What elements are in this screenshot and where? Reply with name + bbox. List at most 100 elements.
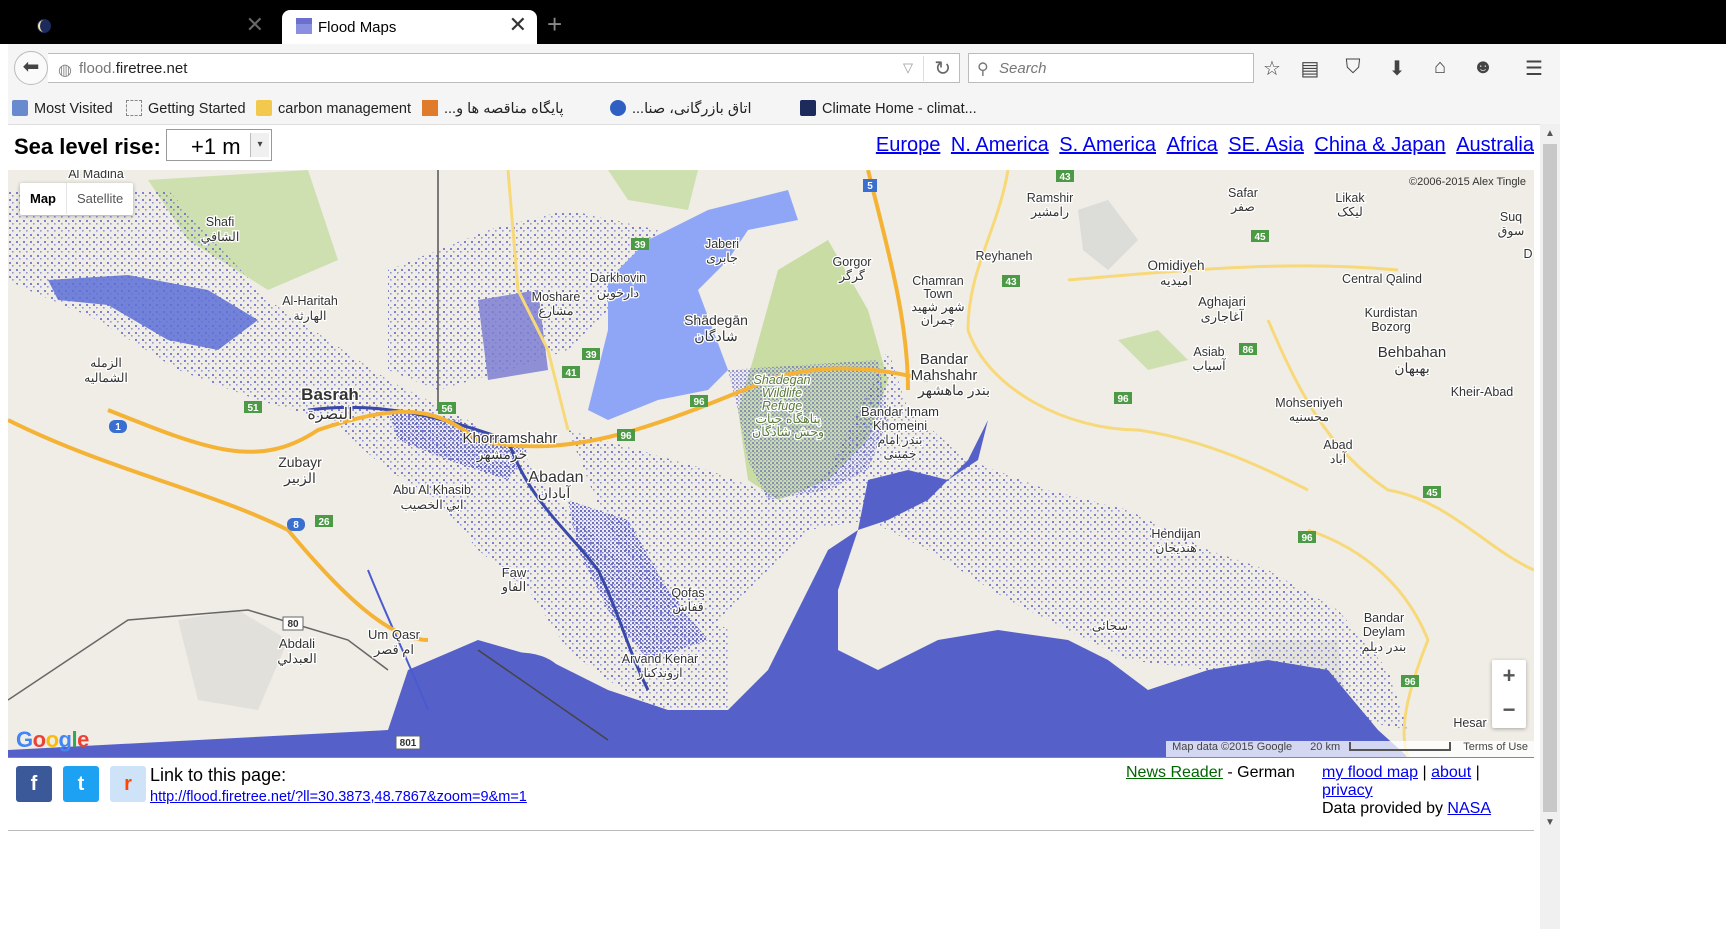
place-label: آباد bbox=[1330, 450, 1348, 466]
terms-of-use-link[interactable]: Terms of Use bbox=[1457, 741, 1534, 753]
map-type-map-button[interactable]: Map bbox=[20, 183, 66, 214]
region-link-africa[interactable]: Africa bbox=[1167, 134, 1218, 156]
park-label: وحش شادگان bbox=[752, 424, 824, 440]
address-bar[interactable]: ◍ flood.firetree.net ▽ ↻ bbox=[48, 53, 960, 83]
map-data-attribution: Map data ©2015 Google bbox=[1172, 741, 1293, 753]
tab-flood-maps[interactable]: Flood Maps ✕ bbox=[282, 10, 537, 44]
place-label: Deylam bbox=[1363, 625, 1405, 639]
moon-favicon-icon bbox=[37, 19, 51, 33]
download-arrow-icon[interactable]: ⬇ bbox=[1384, 56, 1410, 81]
place-label: Um Qasr bbox=[368, 627, 421, 642]
permalink-url[interactable]: http://flood.firetree.net/?ll=30.3873,48… bbox=[150, 789, 527, 805]
region-link-se-asia[interactable]: SE. Asia bbox=[1228, 134, 1304, 156]
region-link-china-japan[interactable]: China & Japan bbox=[1314, 134, 1445, 156]
tab-close-icon[interactable]: ✕ bbox=[246, 14, 264, 36]
bookmark-chamber-of-commerce[interactable]: ...اتاق بازرگانی، صنا bbox=[610, 100, 752, 117]
place-label: بندر امام bbox=[877, 433, 922, 448]
privacy-link[interactable]: privacy bbox=[1322, 782, 1373, 799]
road-shield-label: 80 bbox=[287, 619, 299, 630]
place-label: ام قصر bbox=[373, 642, 414, 658]
map-type-satellite-button[interactable]: Satellite bbox=[66, 183, 133, 214]
scrollbar-thumb[interactable] bbox=[1543, 144, 1557, 812]
region-link-europe[interactable]: Europe bbox=[876, 134, 941, 156]
map-scale[interactable]: 20 km bbox=[1298, 741, 1457, 753]
place-label: Behbahan bbox=[1378, 344, 1446, 361]
orange-favicon-icon bbox=[422, 100, 438, 116]
place-label: Suq bbox=[1500, 210, 1522, 224]
park-label: Refuge bbox=[762, 399, 802, 413]
scroll-down-icon[interactable]: ▼ bbox=[1540, 817, 1560, 828]
chat-smiley-icon[interactable]: ☻ bbox=[1470, 56, 1496, 79]
twitter-share-icon[interactable]: t bbox=[63, 766, 99, 802]
pocket-icon[interactable]: ⛉ bbox=[1340, 56, 1366, 79]
region-link-s-america[interactable]: S. America bbox=[1059, 134, 1156, 156]
road-shield-label: 56 bbox=[441, 404, 453, 415]
place-label: امیدیه bbox=[1160, 273, 1192, 288]
road-shield-label: 1 bbox=[115, 422, 121, 433]
place-label: الهارثة bbox=[293, 309, 326, 324]
place-label: Bozorg bbox=[1371, 320, 1411, 334]
bookmark-star-icon[interactable]: ☆ bbox=[1259, 56, 1285, 81]
place-label: رامشیر bbox=[1030, 205, 1069, 220]
place-label: جابری bbox=[706, 251, 738, 266]
history-dropdown-icon[interactable]: ▽ bbox=[903, 60, 913, 76]
page-scrollbar[interactable]: ▲ ▼ bbox=[1540, 124, 1560, 929]
bookmark-most-visited[interactable]: Most Visited bbox=[12, 100, 113, 117]
home-icon[interactable]: ⌂ bbox=[1427, 56, 1453, 79]
place-label: الشافي bbox=[201, 230, 240, 244]
region-link-australia[interactable]: Australia bbox=[1456, 134, 1534, 156]
place-label: ابي الخصيب bbox=[400, 498, 463, 512]
flood-map[interactable]: 5 43 43 39 39 41 45 45 86 96 96 96 96 96… bbox=[8, 170, 1534, 758]
reddit-share-icon[interactable]: r bbox=[110, 766, 146, 802]
place-label: Shādegān bbox=[684, 312, 748, 328]
place-label: آغاجاری bbox=[1201, 308, 1245, 325]
hamburger-menu-icon[interactable]: ☰ bbox=[1521, 56, 1547, 81]
folder-icon bbox=[256, 100, 272, 116]
bookmark-carbon-management[interactable]: carbon management bbox=[256, 100, 411, 117]
permalink-label: Link to this page: bbox=[150, 765, 287, 785]
place-label: Hesar bbox=[1453, 716, 1486, 730]
map-canvas[interactable]: 5 43 43 39 39 41 45 45 86 96 96 96 96 96… bbox=[8, 170, 1534, 757]
place-label: Ramshir bbox=[1027, 191, 1074, 205]
region-link-n-america[interactable]: N. America bbox=[951, 134, 1049, 156]
place-label: دارخوين bbox=[597, 286, 640, 301]
new-tab-plus-icon[interactable]: + bbox=[547, 11, 562, 37]
zoom-out-button[interactable]: − bbox=[1492, 694, 1526, 728]
nasa-link[interactable]: NASA bbox=[1447, 800, 1491, 817]
tab-inactive[interactable]: ✕ bbox=[22, 10, 274, 44]
chevron-down-icon[interactable]: ▾ bbox=[250, 133, 269, 157]
road-shield-label: 86 bbox=[1242, 345, 1254, 356]
tab-title: Flood Maps bbox=[318, 19, 397, 36]
sea-level-select[interactable]: +1 m ▾ bbox=[166, 129, 272, 161]
place-label: Abdali bbox=[279, 636, 315, 651]
bookmark-tender-portal[interactable]: ...پایگاه مناقصه ها و bbox=[422, 100, 564, 117]
news-language: German bbox=[1237, 764, 1295, 781]
reading-list-icon[interactable]: ▤ bbox=[1297, 56, 1323, 81]
place-label: صفر bbox=[1230, 200, 1255, 215]
scroll-up-icon[interactable]: ▲ bbox=[1540, 128, 1560, 139]
search-input[interactable]: ⚲ Search bbox=[968, 53, 1254, 83]
zoom-in-button[interactable]: + bbox=[1492, 660, 1526, 694]
road-shield-label: 41 bbox=[565, 368, 577, 379]
place-label: Faw bbox=[502, 565, 527, 580]
place-label: Moshare bbox=[532, 290, 581, 304]
place-label: Chamran bbox=[912, 274, 963, 288]
bookmark-getting-started[interactable]: Getting Started bbox=[126, 100, 246, 117]
bookmark-climate-home[interactable]: Climate Home - climat... bbox=[800, 100, 977, 117]
road-shield-label: 45 bbox=[1254, 232, 1266, 243]
tab-close-icon[interactable]: ✕ bbox=[509, 14, 527, 36]
place-label: آبادان bbox=[538, 484, 572, 501]
my-flood-map-link[interactable]: my flood map bbox=[1322, 764, 1418, 781]
place-label: Mohseniyeh bbox=[1275, 396, 1342, 410]
news-reader-link[interactable]: News Reader bbox=[1126, 764, 1223, 781]
url-text[interactable]: flood.firetree.net bbox=[79, 60, 187, 77]
place-label: بهبهان bbox=[1394, 360, 1430, 377]
about-link[interactable]: about bbox=[1431, 764, 1471, 781]
facebook-share-icon[interactable]: f bbox=[16, 766, 52, 802]
browser-window: ✕ Flood Maps ✕ + ⬅ ◍ flood.firetree.net … bbox=[0, 0, 1726, 929]
park-label: Shadegan bbox=[753, 373, 810, 387]
place-label: Omidiyeh bbox=[1147, 258, 1204, 273]
city-label-abadan: Abadan bbox=[528, 469, 583, 486]
back-arrow-icon[interactable]: ⬅ bbox=[14, 51, 48, 85]
reload-icon[interactable]: ↻ bbox=[923, 56, 951, 81]
